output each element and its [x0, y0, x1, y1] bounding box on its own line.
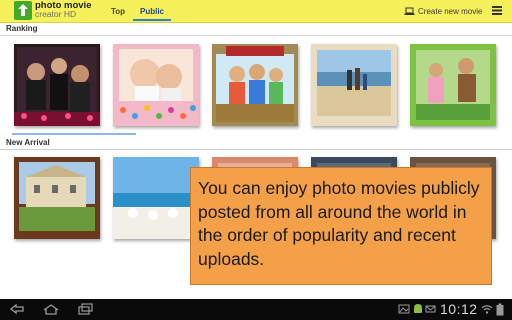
ranking-scrollbar[interactable]	[12, 133, 136, 135]
section-divider	[0, 149, 512, 150]
new-arrival-thumbnail-1[interactable]	[14, 157, 100, 239]
laptop-icon	[404, 7, 415, 15]
create-new-movie-button[interactable]: Create new movie	[404, 5, 482, 17]
app-title-line2: creator HD	[35, 9, 77, 19]
ranking-thumbnail-4[interactable]	[311, 44, 397, 126]
ranking-thumbnail-1[interactable]	[14, 44, 100, 126]
battery-icon	[496, 303, 504, 316]
menu-icon[interactable]	[491, 5, 503, 16]
info-callout: You can enjoy photo movies publicly post…	[190, 167, 492, 285]
app-logo-icon	[14, 1, 32, 20]
tab-public[interactable]: Public	[140, 7, 164, 16]
app-top-bar: photo movie creator HD Top Public Create…	[0, 0, 512, 23]
back-icon[interactable]	[8, 303, 26, 315]
tab-top[interactable]: Top	[111, 7, 125, 16]
wifi-icon	[481, 305, 493, 314]
recent-apps-icon[interactable]	[76, 303, 94, 315]
section-new-arrival-label: New Arrival	[6, 138, 50, 147]
tab-selected-indicator	[133, 19, 171, 21]
section-ranking-label: Ranking	[6, 24, 38, 33]
app-title: photo movie creator HD	[35, 1, 91, 19]
gallery-icon	[398, 304, 410, 314]
ranking-thumbnail-5[interactable]	[410, 44, 496, 126]
clock: 10:12	[440, 301, 478, 317]
ranking-thumbnail-3[interactable]	[212, 44, 298, 126]
android-icon	[414, 304, 422, 313]
system-navigation-bar: 10:12	[0, 299, 512, 320]
create-new-movie-label: Create new movie	[418, 6, 483, 16]
info-callout-text: You can enjoy photo movies publicly post…	[198, 178, 480, 269]
email-icon	[425, 305, 436, 313]
section-divider	[0, 35, 512, 36]
new-arrival-thumbnail-2[interactable]	[113, 157, 199, 239]
home-icon[interactable]	[42, 303, 60, 315]
ranking-thumbnail-2[interactable]	[113, 44, 199, 126]
